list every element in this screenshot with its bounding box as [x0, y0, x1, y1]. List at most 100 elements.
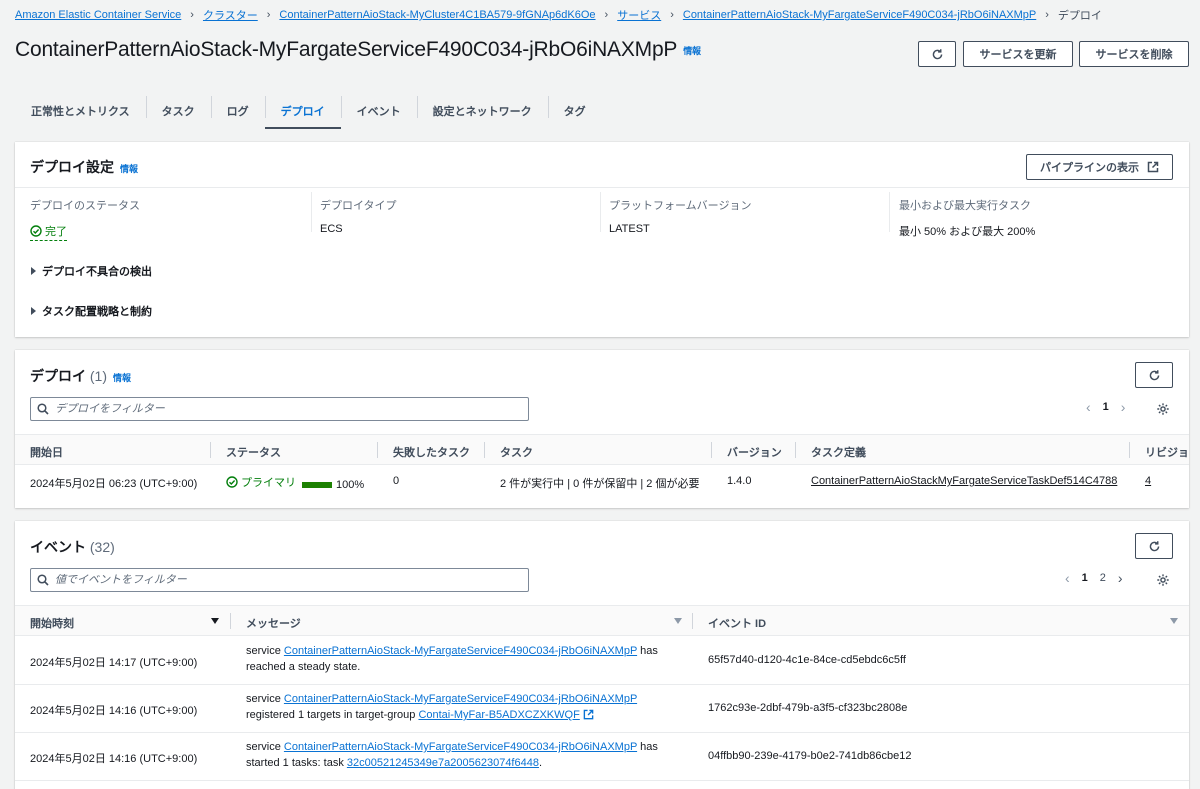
column-header[interactable]: イベント ID — [708, 615, 766, 631]
events-panel: イベント (32) ‹ 1 2 › 開始時刻 メッセージ イベント ID 202… — [15, 521, 1189, 789]
column-header[interactable]: 開始時刻 — [30, 615, 74, 631]
tab-bar: 正常性とメトリクス タスク ログ デプロイ イベント 設定とネットワーク タグ — [15, 92, 1185, 129]
progress-bar — [302, 482, 332, 489]
field-value: LATEST — [609, 223, 650, 235]
sort-icon[interactable] — [674, 618, 682, 624]
chevron-right-icon: › — [1045, 9, 1049, 21]
revision-link[interactable]: 4 — [1145, 475, 1151, 487]
chevron-left-icon[interactable]: ‹ — [1065, 570, 1070, 586]
sort-icon[interactable] — [1170, 618, 1178, 624]
success-icon — [30, 225, 42, 237]
breadcrumb-cluster[interactable]: ContainerPatternAioStack-MyCluster4C1BA5… — [279, 9, 595, 21]
chevron-right-icon: › — [604, 9, 609, 21]
events-table-header: 開始時刻 メッセージ イベント ID — [15, 605, 1189, 636]
settings-icon[interactable] — [1156, 402, 1170, 416]
platform-version-field: プラットフォームバージョン LATEST — [609, 197, 751, 235]
tab-tasks[interactable]: タスク — [145, 92, 211, 129]
update-service-button[interactable]: サービスを更新 — [963, 41, 1073, 67]
message-text: service — [246, 741, 284, 753]
column-header[interactable]: リビジョ — [1145, 444, 1189, 460]
deployments-filter-input[interactable] — [55, 403, 495, 415]
info-link[interactable]: 情報 — [120, 164, 138, 174]
refresh-icon — [1149, 540, 1159, 551]
refresh-icon — [1149, 369, 1159, 380]
column-header[interactable]: タスク — [500, 444, 533, 460]
chevron-right-icon: › — [266, 9, 271, 21]
column-divider — [600, 192, 601, 232]
info-link[interactable]: 情報 — [113, 373, 131, 383]
breadcrumb-ecs[interactable]: Amazon Elastic Container Service — [15, 9, 181, 21]
column-divider — [692, 613, 693, 629]
column-divider — [795, 442, 796, 458]
page-number[interactable]: 1 — [1103, 401, 1109, 413]
deployments-filter[interactable] — [30, 397, 529, 421]
deployments-pagination: ‹ 1 › — [1086, 399, 1125, 415]
chevron-right-icon[interactable]: › — [1121, 399, 1126, 415]
target-group-link[interactable]: Contai-MyFar-B5ADXCZXKWQF — [418, 709, 579, 721]
column-header[interactable]: タスク定義 — [811, 444, 866, 460]
external-link-icon — [1147, 161, 1159, 173]
tab-logs[interactable]: ログ — [210, 92, 265, 129]
view-pipeline-button[interactable]: パイプラインの表示 — [1026, 154, 1173, 180]
row-divider — [15, 684, 1189, 685]
caret-right-icon — [31, 307, 36, 315]
page-number[interactable]: 2 — [1100, 572, 1106, 584]
external-link-icon[interactable] — [583, 709, 594, 720]
event-message: service ContainerPatternAioStack-MyFarga… — [246, 739, 676, 771]
header-divider — [15, 187, 1189, 188]
column-header[interactable]: メッセージ — [246, 615, 301, 631]
column-header[interactable]: 開始日 — [30, 444, 63, 460]
deployments-title: デプロイ (1) 情報 — [30, 366, 131, 386]
platform-version: 1.4.0 — [727, 475, 752, 487]
events-filter[interactable] — [30, 568, 529, 592]
tab-deployments[interactable]: デプロイ — [264, 92, 341, 129]
refresh-events-button[interactable] — [1135, 533, 1173, 559]
status-badge: プライマリ — [226, 474, 296, 490]
row-divider — [15, 780, 1189, 781]
column-header[interactable]: 失敗したタスク — [393, 444, 470, 460]
expander-placement-strategy[interactable]: タスク配置戦略と制約 — [31, 303, 152, 319]
chevron-left-icon[interactable]: ‹ — [1086, 399, 1091, 415]
task-link[interactable]: 32c00521245349e7a2005623074f6448 — [347, 757, 539, 769]
delete-service-button[interactable]: サービスを削除 — [1079, 41, 1189, 67]
column-divider — [889, 192, 890, 232]
service-link[interactable]: ContainerPatternAioStack-MyFargateServic… — [284, 741, 637, 753]
message-text: registered 1 targets in target-group — [246, 709, 419, 721]
column-header[interactable]: ステータス — [226, 444, 281, 460]
service-link[interactable]: ContainerPatternAioStack-MyFargateServic… — [284, 645, 637, 657]
status-badge[interactable]: 完了 — [30, 223, 67, 241]
event-id: 65f57d40-d120-4c1e-84ce-cd5ebdc6c5ff — [708, 654, 906, 666]
event-time: 2024年5月02日 14:17 (UTC+9:00) — [30, 657, 198, 669]
progress-percent: 100% — [336, 479, 365, 491]
breadcrumb-clusters[interactable]: クラスター — [203, 7, 258, 23]
settings-icon[interactable] — [1156, 573, 1170, 587]
task-definition-link[interactable]: ContainerPatternAioStackMyFargateService… — [811, 475, 1117, 487]
chevron-right-icon[interactable]: › — [1118, 570, 1123, 586]
page-number[interactable]: 1 — [1082, 572, 1088, 584]
column-header[interactable]: バージョン — [727, 444, 782, 460]
breadcrumb-service[interactable]: ContainerPatternAioStack-MyFargateServic… — [683, 9, 1036, 21]
page-title-text: ContainerPatternAioStack-MyFargateServic… — [15, 38, 678, 61]
deployments-panel: デプロイ (1) 情報 ‹ 1 › 開始日 ステータス 失敗したタスク タスク バ… — [15, 350, 1189, 508]
sort-icon[interactable] — [211, 618, 219, 624]
min-max-tasks-field: 最小および最大実行タスク 最小 50% および最大 200% — [899, 197, 1035, 239]
field-label: プラットフォームバージョン — [609, 200, 752, 212]
events-filter-input[interactable] — [55, 574, 495, 586]
info-link[interactable]: 情報 — [683, 46, 701, 56]
deployments-table-header: 開始日 ステータス 失敗したタスク タスク バージョン タスク定義 リビジョ — [15, 434, 1189, 465]
field-value: ECS — [320, 223, 343, 235]
tab-events[interactable]: イベント — [340, 92, 417, 129]
refresh-deployments-button[interactable] — [1135, 362, 1173, 388]
service-link[interactable]: ContainerPatternAioStack-MyFargateServic… — [284, 693, 637, 705]
field-value: 最小 50% および最大 200% — [899, 226, 1036, 238]
breadcrumb-services[interactable]: サービス — [617, 7, 661, 23]
tab-tags[interactable]: タグ — [547, 92, 602, 129]
field-label: デプロイのステータス — [30, 200, 140, 212]
tab-health[interactable]: 正常性とメトリクス — [15, 92, 146, 129]
tab-configuration-networking[interactable]: 設定とネットワーク — [416, 92, 548, 129]
refresh-button[interactable] — [918, 41, 956, 67]
events-title-text: イベント — [30, 539, 86, 555]
column-divider — [711, 442, 712, 458]
expander-failure-detection[interactable]: デプロイ不具合の検出 — [31, 263, 152, 279]
status-text: プライマリ — [241, 477, 296, 489]
